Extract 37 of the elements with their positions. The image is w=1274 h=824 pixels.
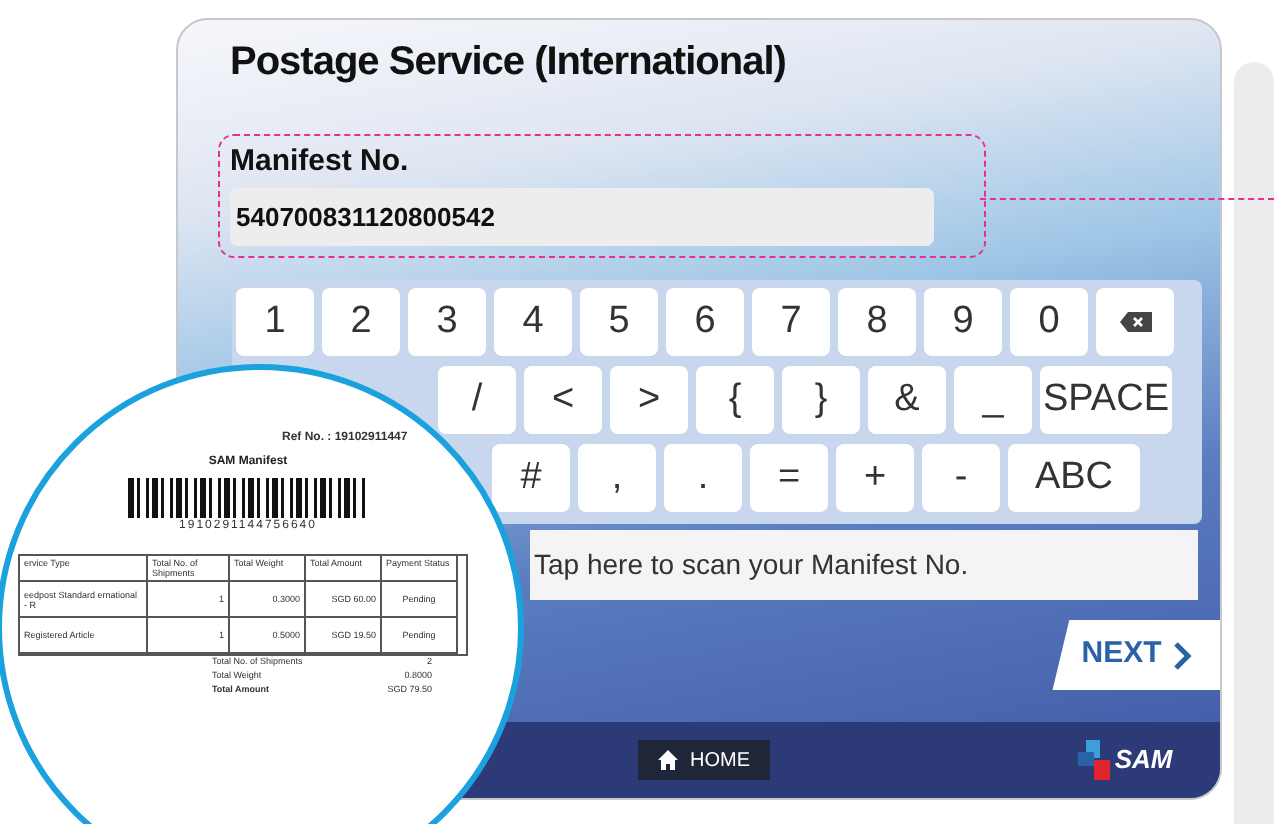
logo-icon	[1078, 740, 1111, 780]
keyboard-key[interactable]: 2	[322, 288, 400, 356]
keyboard-key[interactable]: =	[750, 444, 828, 512]
home-button[interactable]: HOME	[638, 740, 770, 780]
backspace-key[interactable]	[1096, 288, 1174, 356]
home-icon	[658, 750, 678, 770]
keyboard-key[interactable]: ,	[578, 444, 656, 512]
field-label: Manifest No.	[230, 142, 411, 182]
keyboard-key[interactable]: <	[524, 366, 602, 434]
keyboard-key[interactable]: 1	[236, 288, 314, 356]
keyboard-key[interactable]: /	[438, 366, 516, 434]
keyboard-key[interactable]: 0	[1010, 288, 1088, 356]
keyboard-key[interactable]: _	[954, 366, 1032, 434]
scan-bar[interactable]: Tap here to scan your Manifest No.	[530, 530, 1198, 600]
keyboard-key[interactable]: }	[782, 366, 860, 434]
keyboard-key[interactable]: 3	[408, 288, 486, 356]
chevron-right-icon	[1173, 641, 1192, 669]
keyboard-key[interactable]: #	[492, 444, 570, 512]
next-button[interactable]: NEXT	[1052, 620, 1221, 690]
keyboard-key[interactable]: >	[610, 366, 688, 434]
keyboard-key[interactable]: &	[868, 366, 946, 434]
keyboard-key[interactable]: 9	[924, 288, 1002, 356]
keyboard-key[interactable]: 4	[494, 288, 572, 356]
keyboard-key[interactable]: ABC	[1008, 444, 1140, 512]
keyboard-key[interactable]: {	[696, 366, 774, 434]
keyboard-key[interactable]: .	[664, 444, 742, 512]
keyboard-key[interactable]: 5	[580, 288, 658, 356]
screen-title: Postage Service (International)	[228, 38, 788, 88]
manifest-field[interactable]: 540700831120800542	[230, 188, 934, 246]
keyboard-key[interactable]: 6	[666, 288, 744, 356]
keyboard-key[interactable]: SPACE	[1040, 366, 1172, 434]
keyboard-key[interactable]: 7	[752, 288, 830, 356]
keyboard-key[interactable]: 8	[838, 288, 916, 356]
logo-text: SAM	[1114, 742, 1173, 779]
keyboard-key[interactable]: +	[836, 444, 914, 512]
keyboard-key[interactable]: -	[922, 444, 1000, 512]
backspace-icon	[1119, 312, 1151, 332]
